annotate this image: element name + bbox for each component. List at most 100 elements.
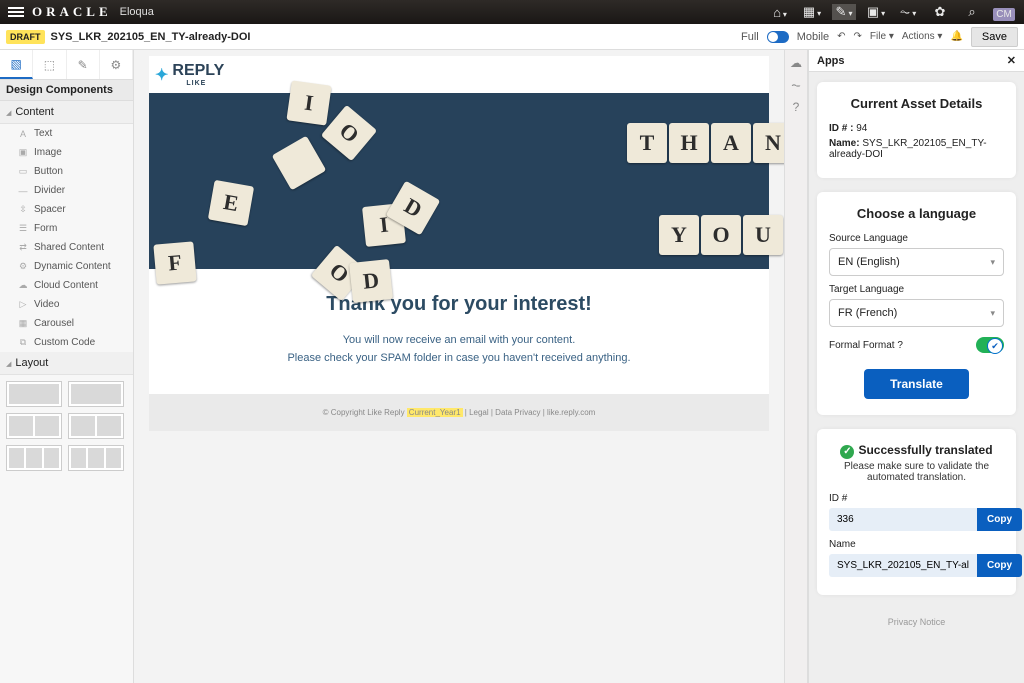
bell-icon[interactable]: 🔔 [950,31,962,42]
asset-details-title: Current Asset Details [829,96,1004,111]
copy-name-button[interactable]: Copy [977,554,1022,577]
tab-settings[interactable]: ⚙ [100,50,133,79]
result-name-field[interactable] [829,554,977,577]
sidebar-item-label: Form [34,223,57,234]
sidebar-item-image[interactable]: ▣ Image [0,143,133,162]
sidebar-item-video[interactable]: ▷ Video [0,295,133,314]
preview-switch[interactable] [767,31,789,43]
help-icon[interactable]: ? [787,98,805,116]
tab-brush[interactable]: ✎ [67,50,100,79]
target-lang-select[interactable]: FR (French)▾ [829,299,1004,327]
sidebar-item-cloud-content[interactable]: ☁ Cloud Content [0,276,133,295]
sidebar-item-spacer[interactable]: ⇳Spacer [0,200,133,219]
sidebar-item-icon: ⚙ [18,261,28,272]
sidebar-item-divider[interactable]: — Divider [0,181,133,200]
sidebar-item-icon: ▣ [18,147,28,158]
search-icon[interactable]: ⌕ [960,4,984,20]
sidebar-item-label: Text [34,128,52,139]
sidebar-item-icon: A [18,129,28,139]
sidebar-item-shared-content[interactable]: ⇄ Shared Content [0,238,133,257]
analytics-icon[interactable]: ⏦ [787,76,805,94]
content-header[interactable]: Content [0,101,133,124]
hero-image: I O E F I D O D T H A N Y O U [149,93,769,269]
tab-blocks[interactable]: ⬚ [33,50,66,79]
full-label: Full [741,31,759,43]
email-preview[interactable]: ✦ REPLY LIKE I O E F I D O D T H A [149,56,769,431]
file-menu[interactable]: File ▾ [870,31,894,42]
sidebar-item-icon: ⇄ [18,242,28,253]
language-card-title: Choose a language [829,206,1004,221]
translate-button[interactable]: Translate [864,369,969,399]
sidebar-item-form[interactable]: ☰ Form [0,219,133,238]
sidebar-item-text[interactable]: A Text [0,124,133,143]
redo-icon[interactable]: ↷ [854,31,862,42]
email-footer: © Copyright Like Reply Current_Year1 | L… [149,394,769,431]
sidebar-item-icon: ⇳ [18,204,28,215]
canvas[interactable]: ✦ REPLY LIKE I O E F I D O D T H A [134,50,784,683]
apps-title: Apps [817,55,845,67]
global-topbar: ORACLE Eloqua ⌂▾ ▦▾ ✎▾ ▣▾ ⏦▾ ✿ ⌕ CM [0,0,1024,24]
layout-grid [0,375,133,477]
result-card: ✓ Successfully translated Please make sur… [817,429,1016,595]
email-line1: You will now receive an email with your … [159,334,759,346]
cloud-icon[interactable]: ☁ [787,54,805,72]
left-panel: ▧ ⬚ ✎ ⚙ Design Components Content AText▣… [0,50,134,683]
actions-menu[interactable]: Actions ▾ [902,31,943,42]
layout-3col[interactable] [68,445,124,471]
sidebar-item-icon: ☁ [18,280,28,291]
success-icon: ✓ [840,445,854,459]
sidebar-item-label: Shared Content [34,242,104,253]
sidebar-item-dynamic-content[interactable]: ⚙Dynamic Content [0,257,133,276]
side-strip: ☁ ⏦ ? [784,50,808,683]
product-name: Eloqua [120,6,154,18]
close-icon[interactable]: ✕ [1007,54,1016,67]
grid-icon[interactable]: ▦▾ [800,4,824,20]
formal-toggle[interactable] [976,337,1004,353]
sidebar-item-label: Video [34,299,59,310]
undo-icon[interactable]: ↶ [837,31,845,42]
chart-icon[interactable]: ⏦▾ [896,4,920,20]
language-card: Choose a language Source Language EN (En… [817,192,1016,415]
menu-icon[interactable] [8,7,24,17]
sidebar-item-button[interactable]: ▭ Button [0,162,133,181]
success-title: Successfully translated [858,443,992,457]
sidebar-item-icon: ▷ [18,299,28,310]
layout-2col[interactable] [6,413,62,439]
layout-2col[interactable] [68,413,124,439]
email-logo: ✦ REPLY LIKE [155,62,763,87]
copy-id-button[interactable]: Copy [977,508,1022,531]
success-note: Please make sure to validate the automat… [829,461,1004,483]
sidebar-item-label: Divider [34,185,65,196]
asset-crumb[interactable]: SYS_LKR_202105_EN_TY-already-DOI [51,31,251,43]
gallery-icon[interactable]: ▣▾ [864,4,888,20]
sidebar-item-label: Custom Code [34,337,95,348]
layout-1col[interactable] [68,381,124,407]
sidebar-item-carousel[interactable]: ▦Carousel [0,314,133,333]
sidebar-item-label: Cloud Content [34,280,98,291]
layout-header[interactable]: Layout [0,352,133,375]
user-avatar[interactable]: CM [992,5,1016,20]
sidebar-item-icon: ▭ [18,166,28,177]
draft-badge: DRAFT [6,30,45,44]
layout-1col[interactable] [6,381,62,407]
sidebar-item-label: Image [34,147,62,158]
home-icon[interactable]: ⌂▾ [768,5,792,20]
sidebar-item-label: Button [34,166,63,177]
privacy-link[interactable]: Privacy Notice [817,609,1016,635]
result-id-field[interactable] [829,508,977,531]
asset-details-card: Current Asset Details ID # : 94 Name: SY… [817,82,1016,178]
sidebar-item-icon: ▦ [18,318,28,329]
sidebar-item-icon: — [18,186,28,196]
gear-icon[interactable]: ✿ [928,4,952,20]
layout-3col[interactable] [6,445,62,471]
source-lang-select[interactable]: EN (English)▾ [829,248,1004,276]
email-body: Thank you for your interest! You will no… [149,269,769,394]
edit-icon[interactable]: ✎▾ [832,4,856,20]
chevron-down-icon: ▾ [990,308,995,319]
save-button[interactable]: Save [971,27,1018,47]
sidebar-item-custom-code[interactable]: ⧉ Custom Code [0,333,133,352]
sidebar-item-icon: ☰ [18,223,28,234]
tab-components[interactable]: ▧ [0,50,33,79]
sidebar-item-icon: ⧉ [18,337,28,348]
result-id-label: ID # [829,493,1004,504]
